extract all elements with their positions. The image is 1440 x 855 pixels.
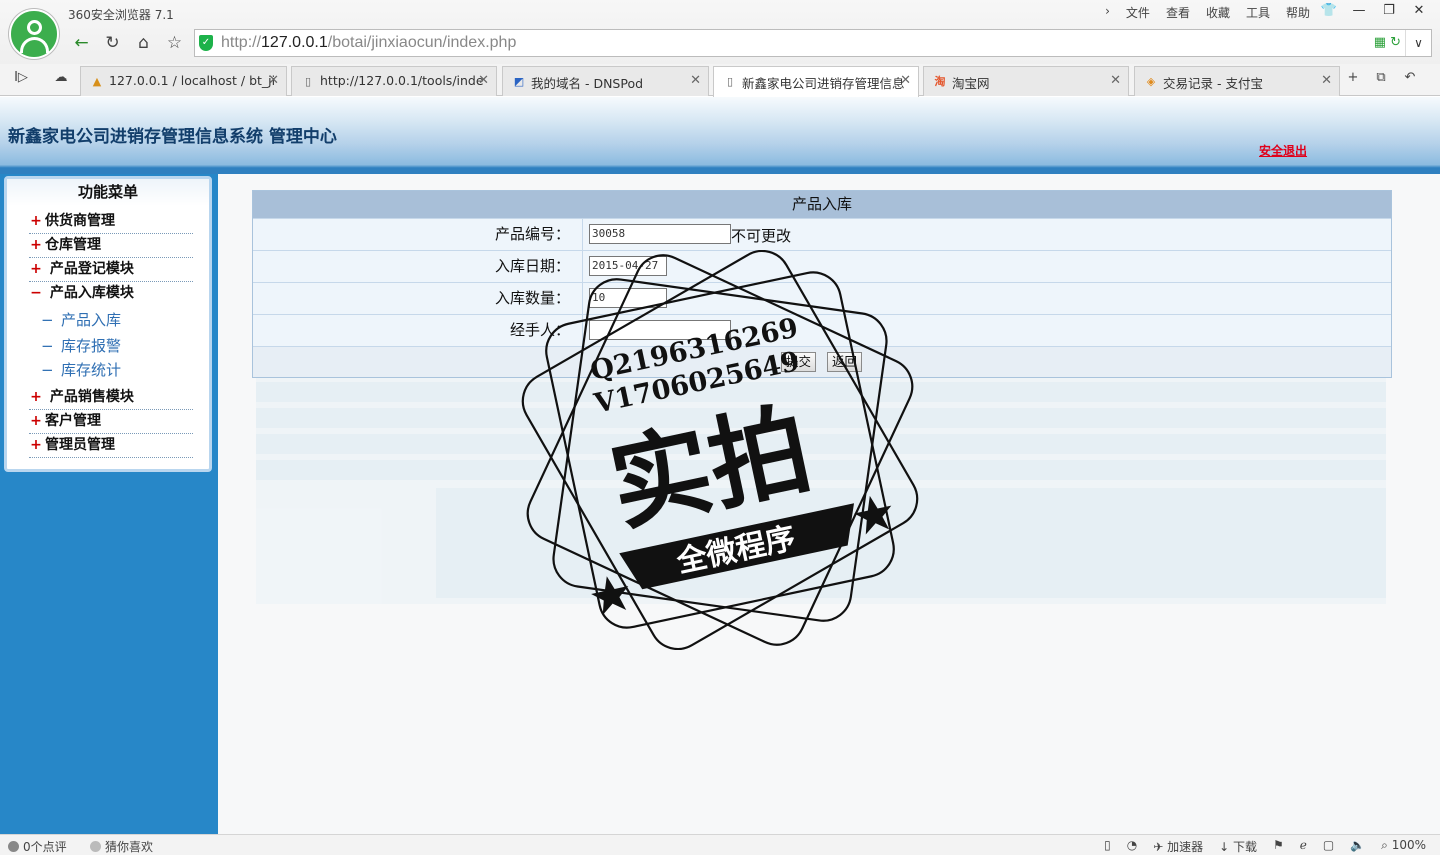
menu-title: 功能菜单 <box>7 179 209 206</box>
app-header: 新鑫家电公司进销存管理信息系统 管理中心 安全退出 <box>0 97 1440 174</box>
logout-link[interactable]: 安全退出 <box>1259 142 1307 159</box>
sidebar-item-customers[interactable]: + 客户管理 <box>29 410 193 434</box>
sidebar-item-suppliers[interactable]: + 供货商管理 <box>29 210 193 234</box>
function-menu: 功能菜单 + 供货商管理 + 仓库管理 + 产品登记模块 − 产品入库模块 − 产品入… <box>4 176 212 472</box>
form-row-product-id: 产品编号： 30058 不可更改 <box>253 218 1391 250</box>
tab-tools[interactable]: ▯ http://127.0.0.1/tools/inde ✕ <box>291 66 497 96</box>
sidebar-toggle-icon[interactable]: I▷ <box>8 70 34 90</box>
menu-tools[interactable]: 工具 <box>1246 4 1270 21</box>
page-icon: ▯ <box>304 75 312 88</box>
menu-favorites[interactable]: 收藏 <box>1206 4 1230 21</box>
new-tab-icon[interactable]: + <box>1340 70 1366 90</box>
recommend-status[interactable]: 猜你喜欢 <box>90 838 153 855</box>
accelerator-button[interactable]: ✈ 加速器 <box>1153 838 1203 855</box>
sidebar-item-product-register[interactable]: + 产品登记模块 <box>29 258 193 282</box>
refresh-icon[interactable]: ↻ <box>97 29 128 57</box>
window-icon[interactable]: ▢ <box>1323 838 1334 855</box>
menu-view[interactable]: 查看 <box>1166 4 1190 21</box>
watermark-stamp: Q2196316269 V1706025649 实拍 全微程序 <box>521 250 919 650</box>
close-icon[interactable]: ✕ <box>900 73 911 88</box>
tab-inventory-system[interactable]: ▯ 新鑫家电公司进销存管理信息 ✕ <box>713 66 919 97</box>
browser-menu: › 文件 查看 收藏 工具 帮助 <box>1105 4 1310 21</box>
address-bar[interactable]: ✓ http://127.0.0.1/botai/jinxiaocun/inde… <box>194 29 1432 57</box>
home-icon[interactable]: ⌂ <box>128 29 159 57</box>
star-icon[interactable]: ☆ <box>159 29 190 57</box>
sidebar-item-admins[interactable]: + 管理员管理 <box>29 434 193 458</box>
page-icon: ▯ <box>726 75 734 88</box>
product-id-field[interactable]: 30058 <box>589 224 731 244</box>
flag-icon[interactable]: ⚑ <box>1273 838 1284 855</box>
tab-alipay[interactable]: ◈ 交易记录 - 支付宝 ✕ <box>1134 66 1340 96</box>
mobile-icon[interactable]: ▯ <box>1104 838 1111 855</box>
shirt-icon[interactable]: 👕 <box>1316 1 1342 21</box>
speed-icon[interactable]: ◔ <box>1127 838 1137 855</box>
status-tools: ▯ ◔ ✈ 加速器 ↓ 下载 ⚑ ℯ ▢ 🔈 ⌕ 100% <box>1104 838 1426 855</box>
restore-icon[interactable]: ❐ <box>1376 1 1402 21</box>
product-id-label: 产品编号： <box>253 219 583 250</box>
back-icon[interactable]: ← <box>66 29 97 57</box>
security-shield-icon: ✓ <box>199 35 213 51</box>
tab-phpmyadmin[interactable]: ▲ 127.0.0.1 / localhost / bt_ji ✕ <box>80 66 287 96</box>
cloud-icon[interactable]: ☁ <box>48 70 74 90</box>
close-icon[interactable]: ✕ <box>1321 73 1332 88</box>
close-icon[interactable]: ✕ <box>478 73 489 88</box>
form-title: 产品入库 <box>253 191 1391 218</box>
tab-taobao[interactable]: 淘 淘宝网 ✕ <box>923 66 1129 96</box>
close-icon[interactable]: ✕ <box>268 73 279 88</box>
chevron-down-icon[interactable]: ∨ <box>1405 30 1431 56</box>
menu-help[interactable]: 帮助 <box>1286 4 1310 21</box>
page-title: 新鑫家电公司进销存管理信息系统 管理中心 <box>8 127 337 147</box>
extension-icon[interactable]: ▦ ↻ <box>1374 35 1401 50</box>
undo-close-icon[interactable]: ↶ <box>1397 70 1423 90</box>
alipay-icon: ◈ <box>1146 75 1156 88</box>
dnspod-icon: ◩ <box>513 75 525 88</box>
close-icon[interactable]: ✕ <box>690 73 701 88</box>
tab-dnspod[interactable]: ◩ 我的域名 - DNSPod ✕ <box>502 66 709 96</box>
url-text[interactable]: http://127.0.0.1/botai/jinxiaocun/index.… <box>221 34 516 52</box>
status-bar: 0个点评 猜你喜欢 ▯ ◔ ✈ 加速器 ↓ 下载 ⚑ ℯ ▢ 🔈 ⌕ 100% <box>0 834 1440 855</box>
window-controls: 👕 — ❐ ✕ <box>1316 1 1432 21</box>
sidebar-subitem-stock-stats[interactable]: − 库存统计 <box>41 359 121 380</box>
zoom-control[interactable]: ⌕ 100% <box>1381 838 1426 855</box>
navigation-bar: ← ↻ ⌂ ☆ ✓ http://127.0.0.1/botai/jinxiao… <box>66 29 1432 57</box>
sidebar-subitem-stock-in[interactable]: − 产品入库 <box>41 309 121 330</box>
heart-icon <box>90 841 101 852</box>
download-button[interactable]: ↓ 下载 <box>1219 838 1257 855</box>
close-icon[interactable]: ✕ <box>1406 1 1432 21</box>
sidebar: 功能菜单 + 供货商管理 + 仓库管理 + 产品登记模块 − 产品入库模块 − 产品入… <box>0 174 218 834</box>
tab-list-icon[interactable]: ⧉ <box>1368 70 1394 90</box>
browser-titlebar: 360安全浏览器 7.1 › 文件 查看 收藏 工具 帮助 👕 — ❐ ✕ ← … <box>0 0 1440 64</box>
ie-icon[interactable]: ℯ <box>1300 838 1307 855</box>
sidebar-subitem-stock-alert[interactable]: − 库存报警 <box>41 335 121 356</box>
close-icon[interactable]: ✕ <box>1110 73 1121 88</box>
comment-icon <box>8 841 19 852</box>
taobao-icon: 淘 <box>934 75 946 88</box>
phpmyadmin-icon: ▲ <box>92 75 102 88</box>
sound-icon[interactable]: 🔈 <box>1350 838 1365 855</box>
sidebar-item-product-sales[interactable]: + 产品销售模块 <box>29 386 193 410</box>
tab-bar: I▷ ☁ ▲ 127.0.0.1 / localhost / bt_ji ✕ ▯… <box>0 64 1440 97</box>
chevron-right-icon[interactable]: › <box>1105 4 1110 21</box>
minimize-icon[interactable]: — <box>1346 1 1372 21</box>
browser-app-title: 360安全浏览器 7.1 <box>68 8 174 22</box>
sidebar-item-warehouse[interactable]: + 仓库管理 <box>29 234 193 258</box>
user-avatar-icon[interactable] <box>9 9 59 59</box>
sidebar-item-product-stock-in[interactable]: − 产品入库模块 <box>29 282 193 306</box>
readonly-note: 不可更改 <box>731 227 792 245</box>
menu-file[interactable]: 文件 <box>1126 4 1150 21</box>
comments-status[interactable]: 0个点评 <box>8 838 67 855</box>
